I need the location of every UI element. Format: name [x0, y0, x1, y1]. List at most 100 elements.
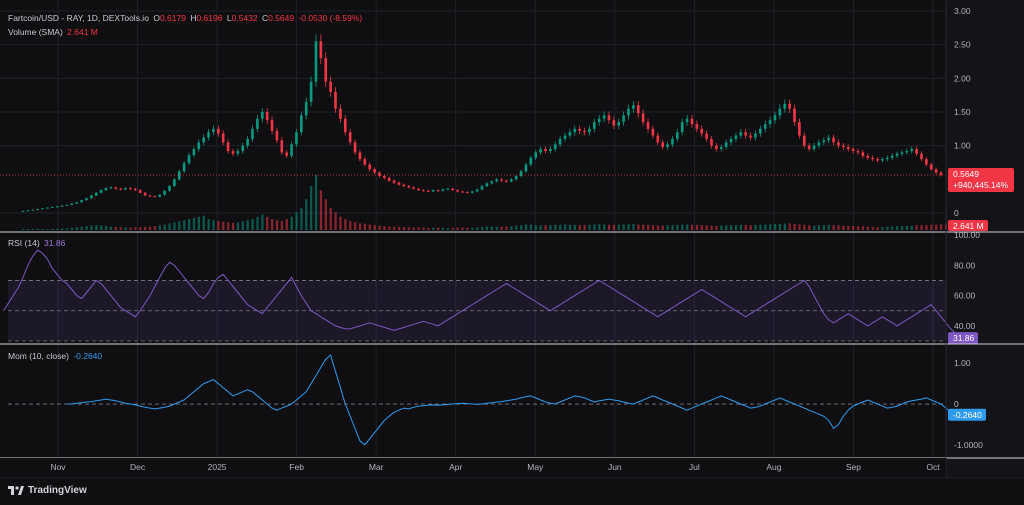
- candle-body: [138, 190, 142, 193]
- volume-bar: [578, 225, 581, 230]
- candle-body: [65, 204, 69, 206]
- candle-body: [197, 142, 201, 150]
- candle-body: [246, 138, 249, 146]
- candle-body: [881, 159, 884, 161]
- candle-body: [295, 132, 298, 145]
- candle-body: [60, 205, 64, 207]
- change-value: -0.0530 (-8.59%): [298, 13, 363, 23]
- candle-body: [827, 137, 830, 141]
- candle-body: [553, 144, 557, 150]
- candle-body: [280, 140, 284, 153]
- candle-body: [75, 202, 79, 204]
- volume-bar: [354, 222, 357, 230]
- volume-bar: [476, 227, 479, 230]
- candle-body: [46, 207, 49, 209]
- volume-bar: [324, 199, 327, 230]
- volume-bar: [158, 225, 161, 230]
- volume-bar: [554, 224, 557, 230]
- volume-bar: [896, 226, 899, 230]
- volume-bar: [495, 226, 498, 230]
- candle-body: [759, 128, 762, 134]
- candle-body: [26, 210, 30, 212]
- volume-bar: [105, 226, 108, 230]
- candle-body: [744, 132, 747, 136]
- volume-bar: [275, 220, 279, 230]
- volume-bar: [637, 224, 640, 230]
- chart-canvas[interactable]: 3.002.502.001.501.0000.5649+940,445.14%2…: [0, 0, 1024, 505]
- candle-body: [373, 169, 376, 173]
- volume-bar: [598, 224, 601, 230]
- candle-body: [500, 179, 503, 181]
- volume-bar: [686, 224, 689, 230]
- volume-bar: [168, 223, 171, 230]
- volume-bar: [129, 227, 132, 230]
- pair-title: Fartcoin/USD - RAY, 1D, DEXTools.io: [8, 13, 149, 23]
- volume-bar: [373, 224, 376, 230]
- candle-body: [353, 142, 357, 153]
- tradingview-brand[interactable]: TradingView: [8, 485, 87, 496]
- candle-body: [768, 120, 772, 125]
- volume-bar: [788, 223, 791, 230]
- candle-body: [519, 171, 523, 176]
- candle-body: [539, 149, 542, 153]
- volume-bar: [383, 226, 386, 230]
- volume-bar: [690, 224, 694, 230]
- candle-body: [929, 164, 933, 170]
- candle-body: [505, 180, 508, 182]
- candle-body: [314, 41, 318, 82]
- candle-body: [124, 188, 127, 190]
- candle-body: [407, 186, 411, 188]
- volume-bar: [881, 226, 884, 230]
- candle-body: [422, 190, 425, 192]
- candle-body: [480, 186, 484, 190]
- candle-body: [221, 133, 225, 143]
- candle-body: [939, 172, 943, 175]
- volume-bar: [739, 224, 742, 230]
- volume-bar: [461, 227, 464, 230]
- rsi-tick-label: 60.00: [954, 291, 976, 301]
- candle-body: [895, 153, 899, 156]
- volume-bar: [363, 223, 367, 230]
- volume-bar: [100, 225, 103, 230]
- candle-body: [832, 137, 835, 143]
- volume-bar: [832, 225, 835, 230]
- volume-bar: [886, 226, 889, 230]
- candle-body: [309, 81, 313, 102]
- volume-bar: [603, 224, 606, 230]
- volume-bar: [471, 227, 474, 230]
- volume-bar: [417, 227, 420, 230]
- volume-bar: [500, 226, 503, 230]
- volume-bar: [481, 226, 484, 230]
- time-tick-label: 2025: [208, 462, 227, 472]
- volume-bar: [925, 224, 928, 230]
- volume-bar: [446, 228, 450, 230]
- candle-body: [739, 132, 743, 136]
- volume-bar: [95, 225, 98, 230]
- volume-bar: [56, 228, 59, 230]
- volume-bar: [627, 224, 630, 230]
- candle-body: [573, 128, 577, 133]
- candle-body: [158, 194, 162, 197]
- open-key: O: [153, 13, 160, 23]
- candle-body: [593, 122, 596, 129]
- candle-body: [763, 124, 767, 129]
- volume-bar: [935, 224, 938, 230]
- volume-bar: [647, 224, 650, 230]
- candle-body: [368, 164, 371, 170]
- volume-bar: [231, 222, 235, 230]
- candle-body: [260, 112, 264, 119]
- volume-bar: [813, 225, 816, 230]
- candle-body: [80, 200, 83, 203]
- candle-body: [466, 192, 469, 194]
- momentum-tick-label: -1.0000: [954, 440, 983, 450]
- last-price-badge-change: +940,445.14%: [953, 180, 1009, 190]
- volume-bar: [456, 227, 459, 230]
- volume-label: Volume (SMA): [8, 27, 63, 37]
- volume-bar: [75, 227, 78, 230]
- time-tick-label: Apr: [449, 462, 462, 472]
- volume-bar: [65, 228, 69, 230]
- candle-body: [509, 179, 513, 182]
- volume-bar: [148, 226, 152, 230]
- candle-body: [456, 190, 459, 192]
- volume-bar: [632, 224, 635, 230]
